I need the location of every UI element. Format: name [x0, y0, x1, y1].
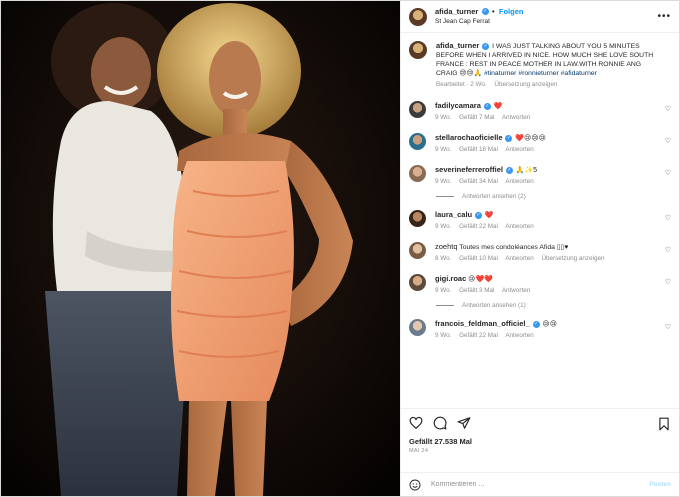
- post-caption: afida_turner ✓ I WAS JUST TALKING ABOUT …: [409, 41, 671, 89]
- caption-edited: Bearbeitet · 2 Wo.: [436, 81, 487, 88]
- comment-likes[interactable]: Gefällt 10 Mal: [459, 255, 498, 262]
- comment-likes[interactable]: Gefällt 7 Mal: [459, 114, 494, 121]
- commenter-avatar[interactable]: [409, 101, 426, 118]
- comment-likes[interactable]: Gefällt 22 Mal: [459, 223, 498, 230]
- comment-time: 9 Wo.: [435, 114, 452, 121]
- commenter-avatar[interactable]: [409, 210, 426, 227]
- post-header: afida_turner ✓ • Folgen St Jean Cap Ferr…: [401, 1, 679, 33]
- post-modal: afida_turner ✓ • Folgen St Jean Cap Ferr…: [0, 0, 680, 497]
- author-avatar[interactable]: [409, 7, 427, 26]
- smiley-icon[interactable]: [409, 479, 421, 491]
- reply-link[interactable]: Antworten: [505, 146, 533, 153]
- verified-icon: ✓: [475, 211, 482, 219]
- reply-link[interactable]: Antworten: [505, 178, 533, 185]
- post-photo[interactable]: [1, 1, 400, 496]
- reply-link[interactable]: Antworten: [505, 223, 533, 230]
- comment-like-heart-icon[interactable]: ♡: [665, 323, 671, 331]
- verified-icon: ✓: [482, 42, 490, 50]
- comment-time: 9 Wo.: [435, 223, 452, 230]
- photo-illustration: [1, 1, 400, 496]
- post-actions: Gefällt 27.538 Mal MAI 24: [401, 408, 679, 472]
- heart-icon[interactable]: [409, 416, 423, 430]
- comment-time: 9 Wo.: [435, 178, 452, 185]
- share-icon[interactable]: [457, 416, 471, 430]
- comment-text: ❤️😢😢😢: [515, 135, 546, 142]
- comment-item: severineferreroffiel ✓ 🙏✨5 9 Wo. Gefällt…: [409, 165, 671, 186]
- comment-username[interactable]: fadilycamara: [435, 101, 481, 110]
- comment-username[interactable]: gigi.roac: [435, 274, 466, 283]
- reply-link[interactable]: Antworten: [502, 114, 530, 121]
- comment-like-heart-icon[interactable]: ♡: [665, 137, 671, 145]
- commenter-avatar[interactable]: [409, 319, 426, 336]
- comment-username[interactable]: laura_calu: [435, 210, 472, 219]
- comment-username[interactable]: severineferreroffiel: [435, 165, 503, 174]
- comment-username[interactable]: francois_feldman_officiel_: [435, 319, 530, 328]
- verified-icon: ✓: [483, 102, 491, 110]
- comment-time: 9 Wo.: [435, 332, 452, 339]
- view-replies-label[interactable]: Antworten ansehen (1): [462, 302, 526, 309]
- verified-icon: ✓: [532, 320, 540, 328]
- comment-text: Toutes mes condoléances Afida ▯▯♥: [459, 244, 569, 251]
- view-replies-label[interactable]: Antworten ansehen (2): [462, 193, 526, 200]
- comment-text: 🙏✨5: [515, 167, 538, 174]
- verified-icon: ✓: [481, 7, 489, 15]
- replies-divider: [436, 196, 454, 197]
- comments-list[interactable]: afida_turner ✓ I WAS JUST TALKING ABOUT …: [401, 33, 679, 408]
- comment-item: zoehtq Toutes mes condoléances Afida ▯▯♥…: [409, 242, 671, 263]
- view-replies-button[interactable]: Antworten ansehen (1): [436, 302, 671, 309]
- reply-link[interactable]: Antworten: [502, 287, 530, 294]
- translate-link[interactable]: Übersetzung anzeigen: [541, 255, 604, 262]
- comment-text: ❤️: [493, 103, 503, 110]
- likes-count[interactable]: Gefällt 27.538 Mal: [409, 437, 671, 446]
- comment-icon[interactable]: [433, 416, 447, 430]
- comment-time: 9 Wo.: [435, 146, 452, 153]
- commenter-avatar[interactable]: [409, 133, 426, 150]
- comment-like-heart-icon[interactable]: ♡: [665, 214, 671, 222]
- reply-link[interactable]: Antworten: [505, 255, 533, 262]
- comment-like-heart-icon[interactable]: ♡: [665, 105, 671, 113]
- view-replies-button[interactable]: Antworten ansehen (2): [436, 193, 671, 200]
- caption-hashtags[interactable]: #tinaturner #ronnieturner #afidaturner: [484, 70, 597, 77]
- commenter-avatar[interactable]: [409, 242, 426, 259]
- comment-item: gigi.roac 😢❤️❤️ 9 Wo. Gefällt 3 Mal Antw…: [409, 274, 671, 295]
- comment-item: fadilycamara ✓ ❤️ 9 Wo. Gefällt 7 Mal An…: [409, 101, 671, 122]
- comments-panel: afida_turner ✓ • Folgen St Jean Cap Ferr…: [400, 1, 679, 496]
- comment-like-heart-icon[interactable]: ♡: [665, 246, 671, 254]
- comment-likes[interactable]: Gefällt 22 Mal: [459, 332, 498, 339]
- comment-likes[interactable]: Gefällt 3 Mal: [459, 287, 494, 294]
- comment-username[interactable]: zoehtq: [435, 242, 458, 251]
- bookmark-icon[interactable]: [657, 417, 671, 431]
- post-comment-button[interactable]: Posten: [649, 481, 671, 488]
- comment-like-heart-icon[interactable]: ♡: [665, 278, 671, 286]
- verified-icon: ✓: [505, 134, 513, 142]
- caption-translate-link[interactable]: Übersetzung anzeigen: [494, 81, 557, 88]
- post-date: MAI 24: [409, 448, 429, 454]
- comment-text: 😢❤️❤️: [468, 276, 493, 283]
- comment-text: ❤️: [484, 212, 494, 219]
- comment-username[interactable]: stellarochaoficielle: [435, 133, 503, 142]
- comment-item: francois_feldman_officiel_ ✓ 😢😢 9 Wo. Ge…: [409, 319, 671, 340]
- add-comment-bar: Posten: [401, 472, 679, 496]
- commenter-avatar[interactable]: [409, 165, 426, 182]
- comment-likes[interactable]: Gefällt 34 Mal: [459, 178, 498, 185]
- reply-link[interactable]: Antworten: [505, 332, 533, 339]
- comment-text: 😢😢: [542, 321, 558, 328]
- author-username[interactable]: afida_turner: [435, 7, 478, 16]
- replies-divider: [436, 305, 454, 306]
- verified-icon: ✓: [505, 166, 513, 174]
- comment-item: laura_calu ✓ ❤️ 9 Wo. Gefällt 22 Mal Ant…: [409, 210, 671, 231]
- location-link[interactable]: St Jean Cap Ferrat: [435, 17, 523, 27]
- comment-item: stellarochaoficielle ✓ ❤️😢😢😢 9 Wo. Gefäl…: [409, 133, 671, 154]
- comment-input[interactable]: [431, 481, 650, 488]
- comment-likes[interactable]: Gefällt 18 Mal: [459, 146, 498, 153]
- more-options-icon[interactable]: •••: [657, 11, 671, 22]
- follow-button[interactable]: Folgen: [499, 7, 524, 16]
- commenter-avatar[interactable]: [409, 274, 426, 291]
- comment-like-heart-icon[interactable]: ♡: [665, 169, 671, 177]
- caption-avatar[interactable]: [409, 41, 427, 59]
- caption-username[interactable]: afida_turner: [436, 41, 479, 50]
- comment-time: 9 Wo.: [435, 287, 452, 294]
- comment-time: 8 Wo.: [435, 255, 452, 262]
